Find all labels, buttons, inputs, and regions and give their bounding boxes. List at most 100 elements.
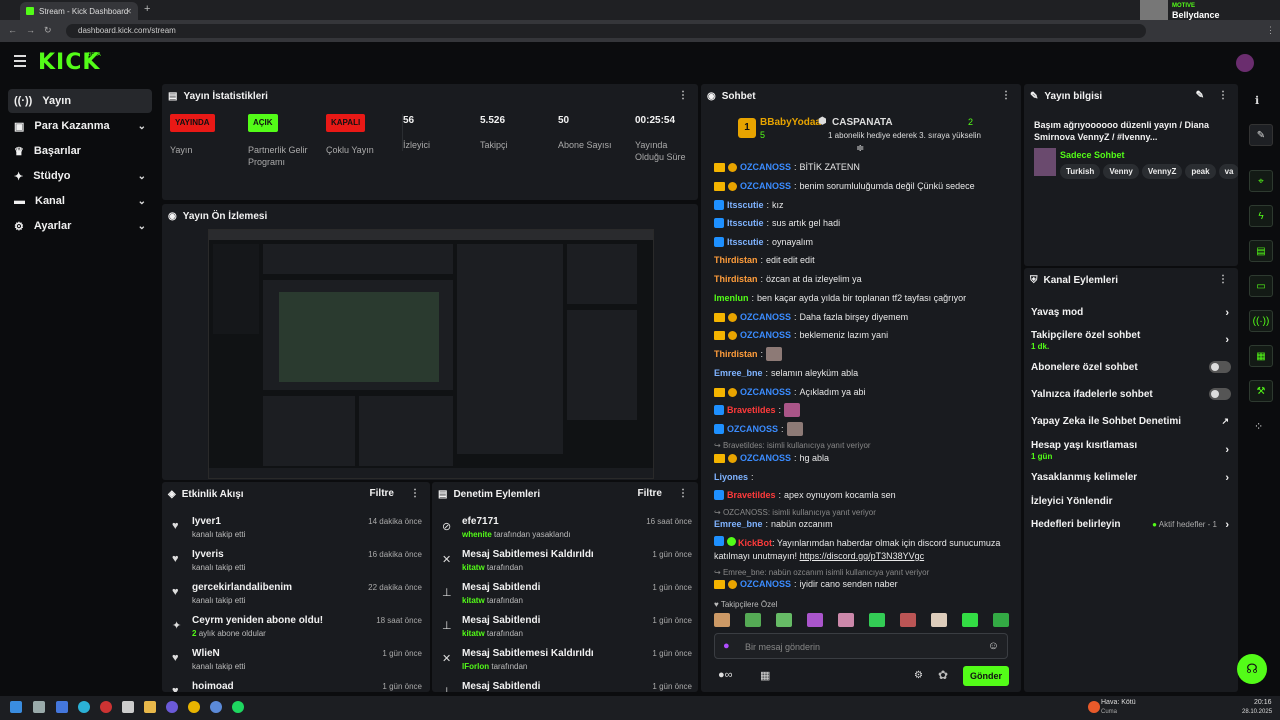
category-name[interactable]: Sadece Sohbet [1060,150,1125,160]
sidebar-item-monetization[interactable]: ▣ Para Kazanma ⌄ [8,114,152,138]
app-icon[interactable] [166,701,178,713]
send-button[interactable]: Gönder [963,666,1009,686]
chat-user[interactable]: Imenlun [714,293,749,303]
gift-icon[interactable]: ✿ [938,668,948,682]
layout-tool-button[interactable]: ▦ [1249,345,1273,367]
emoji-icon[interactable]: ☺ [988,640,999,652]
info-icon[interactable]: ℹ [1255,94,1259,107]
browser-menu-icon[interactable]: ⋮ [1266,25,1275,36]
filter-button[interactable]: Filtre [370,488,394,499]
notes-tool-button[interactable]: ▤ [1249,240,1273,262]
chat-link[interactable]: https://discord.gg/pT3N38YVgc [800,551,925,561]
support-button[interactable]: ☊ [1237,654,1267,684]
forward-icon[interactable]: → [26,25,35,35]
chat-user[interactable]: Itsscutie [727,200,764,210]
sidebar-item-studio[interactable]: ✦ Stüdyo ⌄ [8,164,152,188]
action-raid[interactable]: İzleyici Yönlendir [1031,496,1231,507]
chat-input[interactable]: ● Bir mesaj gönderin ☺ [714,633,1008,659]
tab-close-icon[interactable]: ✕ [125,7,132,16]
chat-user[interactable]: KickBot [738,538,772,548]
emote-icon[interactable] [993,613,1009,627]
chat-user[interactable]: Itsscutie [727,237,764,247]
edge-icon[interactable] [78,701,90,713]
mic-icon[interactable]: ● [723,640,730,652]
taskview-icon[interactable] [33,701,45,713]
emote-icon[interactable] [776,613,792,627]
chat-user[interactable]: Liyones [714,472,748,482]
edit-tool-button[interactable]: ✎ [1249,124,1273,146]
action-emote-only[interactable]: Yalnızca ifadelerle sohbet [1031,388,1231,400]
chat-user[interactable]: OZCANOSS [740,453,791,463]
app-icon[interactable] [122,701,134,713]
chat-user[interactable]: Itsscutie [727,218,764,228]
sidebar-item-achievements[interactable]: ♛ Başarılar [8,139,152,163]
filter-button[interactable]: Filtre [638,488,662,499]
emote-icon[interactable] [714,613,730,627]
reload-icon[interactable]: ↻ [44,25,52,36]
url-field[interactable]: dashboard.kick.com/stream [66,24,1146,38]
tag[interactable]: va [1218,164,1238,179]
menu-icon[interactable] [14,55,26,70]
more-icon[interactable]: ⋮ [1218,90,1228,101]
emote-icon[interactable] [838,613,854,627]
emote-icon[interactable] [745,613,761,627]
action-goals[interactable]: Hedefleri belirleyin ● Aktif hedefler - 1… [1031,519,1231,531]
app-icon[interactable] [210,701,222,713]
more-icon[interactable]: ⋮ [1001,90,1011,101]
chat-user[interactable]: Thirdistan [714,349,758,359]
more-icon[interactable]: ⋮ [1218,274,1228,285]
sidebar-item-channel[interactable]: ▬ Kanal ⌄ [8,189,152,213]
sidebar-item-settings[interactable]: ⚙ Ayarlar ⌄ [8,214,152,238]
chat-user[interactable]: Thirdistan [714,274,758,284]
scene-tool-button[interactable]: ⌖ [1249,170,1273,192]
chat-user[interactable]: OZCANOSS [740,330,791,340]
new-tab-button[interactable]: + [144,3,150,15]
chat-user[interactable]: OZCANOSS [740,579,791,589]
edit-icon[interactable]: ✎ [1196,90,1204,101]
chat-user[interactable]: Bravetildes [727,490,776,500]
chat-user[interactable]: OZCANOSS [740,162,791,172]
emote-icon[interactable] [900,613,916,627]
more-icon[interactable]: ⋮ [410,488,420,499]
tag[interactable]: peak [1185,164,1216,179]
emote-only-toggle[interactable] [1209,388,1231,400]
action-subs-only[interactable]: Abonelere özel sohbet [1031,361,1231,373]
subs-only-toggle[interactable] [1209,361,1231,373]
chat-user[interactable]: OZCANOSS [740,387,791,397]
action-slow-mode[interactable]: Yavaş mod › [1031,307,1231,319]
spotify-icon[interactable] [232,701,244,713]
preview-video[interactable] [208,229,654,479]
emote-icon[interactable] [869,613,885,627]
tag[interactable]: Turkish [1060,164,1101,179]
points-icon[interactable]: ●∞ [718,669,733,681]
chat-user[interactable]: Emree_bne [714,519,763,529]
windows-start-icon[interactable] [10,701,22,713]
sidebar-item-stream[interactable]: ((·)) Yayın [8,89,152,113]
avatar[interactable] [1236,54,1254,72]
app-icon[interactable] [100,701,112,713]
chevron-down-icon[interactable]: ≑ [856,143,864,154]
broadcast-tool-button[interactable]: ((·)) [1249,310,1273,332]
chat-user[interactable]: OZCANOSS [727,424,778,434]
more-icon[interactable]: ⋮ [678,488,688,499]
app-icon[interactable] [56,701,68,713]
emote-icon[interactable] [962,613,978,627]
wrench-tool-button[interactable]: ⚒ [1249,380,1273,402]
chat-tool-button[interactable]: ▭ [1249,275,1273,297]
tag[interactable]: Venny [1103,164,1139,179]
emote-icon[interactable] [807,613,823,627]
chrome-icon[interactable] [188,701,200,713]
action-account-age[interactable]: Hesap yaşı kısıtlaması 1 gün › [1031,440,1231,461]
chat-user[interactable]: Emree_bne [714,368,763,378]
chat-user[interactable]: OZCANOSS [740,312,791,322]
action-banned-words[interactable]: Yasaklanmış kelimeler › [1031,472,1231,484]
chat-user[interactable]: Thirdistan [714,255,758,265]
action-ai-moderation[interactable]: Yapay Zeka ile Sohbet Denetimi ↗ [1031,416,1231,427]
chat-user[interactable]: Bravetildes [727,405,776,415]
flash-tool-button[interactable]: ϟ [1249,205,1273,227]
points-icon[interactable]: ⁘ [1254,420,1263,433]
settings-icon[interactable]: ⚙ [914,670,923,681]
store-icon[interactable]: ▦ [760,669,770,682]
emote-icon[interactable] [931,613,947,627]
browser-tab[interactable]: Stream - Kick Dashboard ✕ [20,2,138,20]
